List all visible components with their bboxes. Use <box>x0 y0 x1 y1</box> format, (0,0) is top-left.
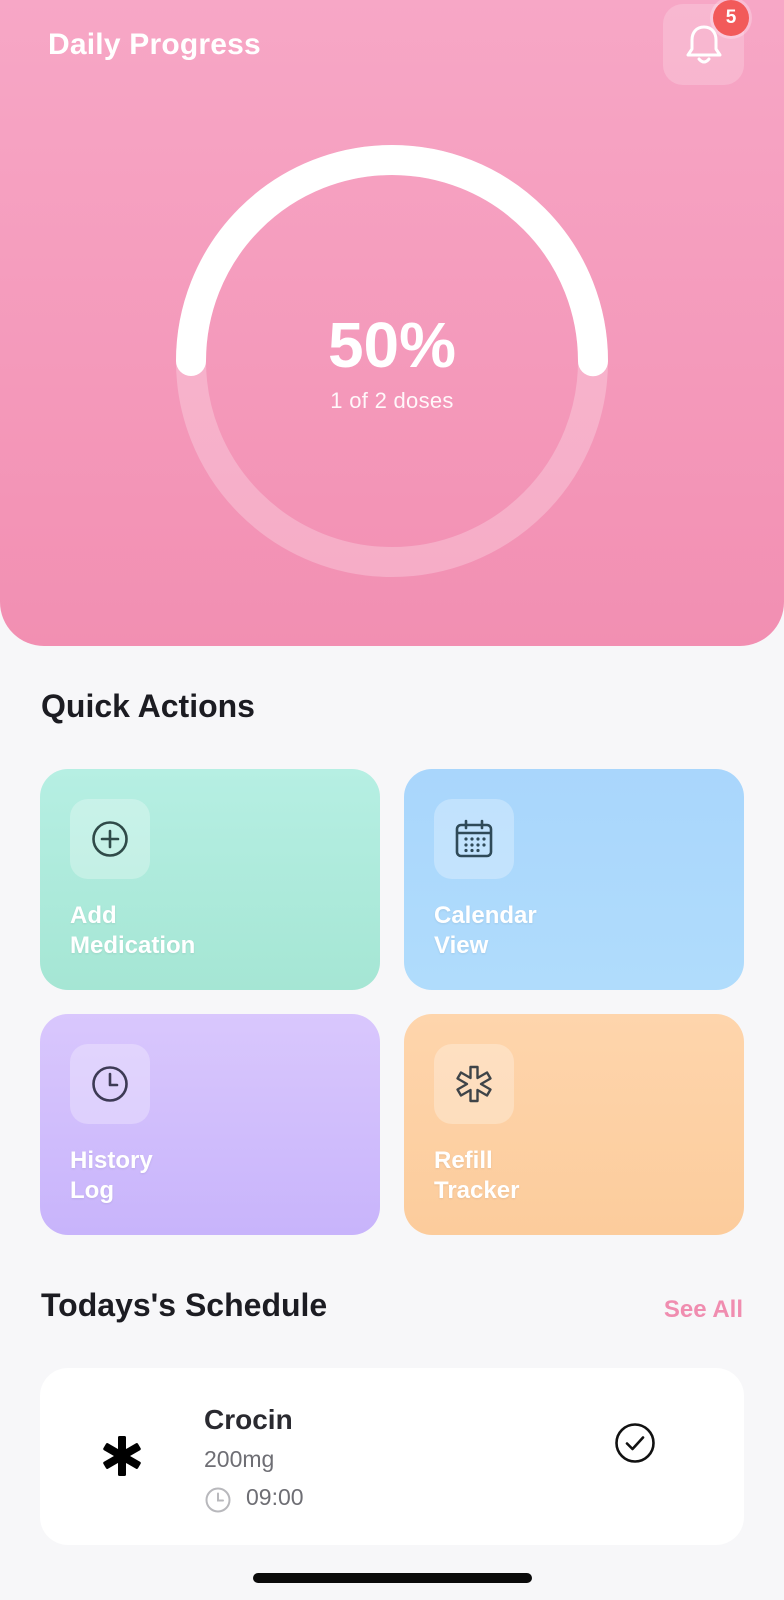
refill-tracker-label: Refill Tracker <box>434 1147 520 1204</box>
quick-actions-title: Quick Actions <box>41 688 255 724</box>
add-medication-label: Add Medication <box>70 902 196 959</box>
medication-asterisk-icon <box>103 1436 141 1476</box>
schedule-item[interactable]: Crocin 200mg 09:00 <box>40 1368 744 1545</box>
clock-icon <box>70 1044 150 1124</box>
clock-icon <box>205 1487 231 1513</box>
progress-percent: 50% <box>327 309 457 381</box>
page-title: Daily Progress <box>48 28 261 61</box>
medication-name: Crocin <box>204 1404 293 1435</box>
calendar-view-card[interactable]: Calendar View <box>404 769 744 990</box>
home-indicator <box>253 1573 532 1583</box>
calendar-icon <box>434 799 514 879</box>
notification-badge: 5 <box>713 0 749 36</box>
medication-time: 09:00 <box>246 1484 304 1510</box>
medication-dose: 200mg <box>204 1446 275 1472</box>
check-circle-icon[interactable] <box>612 1420 658 1466</box>
refill-tracker-card[interactable]: Refill Tracker <box>404 1014 744 1235</box>
asterisk-icon <box>434 1044 514 1124</box>
add-medication-card[interactable]: Add Medication <box>40 769 380 990</box>
history-log-card[interactable]: History Log <box>40 1014 380 1235</box>
schedule-title: Todays's Schedule <box>41 1287 328 1323</box>
see-all-link[interactable]: See All <box>600 1296 743 1324</box>
progress-subtitle: 1 of 2 doses <box>330 388 454 413</box>
calendar-view-label: Calendar View <box>434 902 537 959</box>
plus-circle-icon <box>70 799 150 879</box>
daily-progress-header: Daily Progress 5 50% 1 of 2 doses <box>0 0 784 646</box>
history-log-label: History Log <box>70 1147 153 1204</box>
